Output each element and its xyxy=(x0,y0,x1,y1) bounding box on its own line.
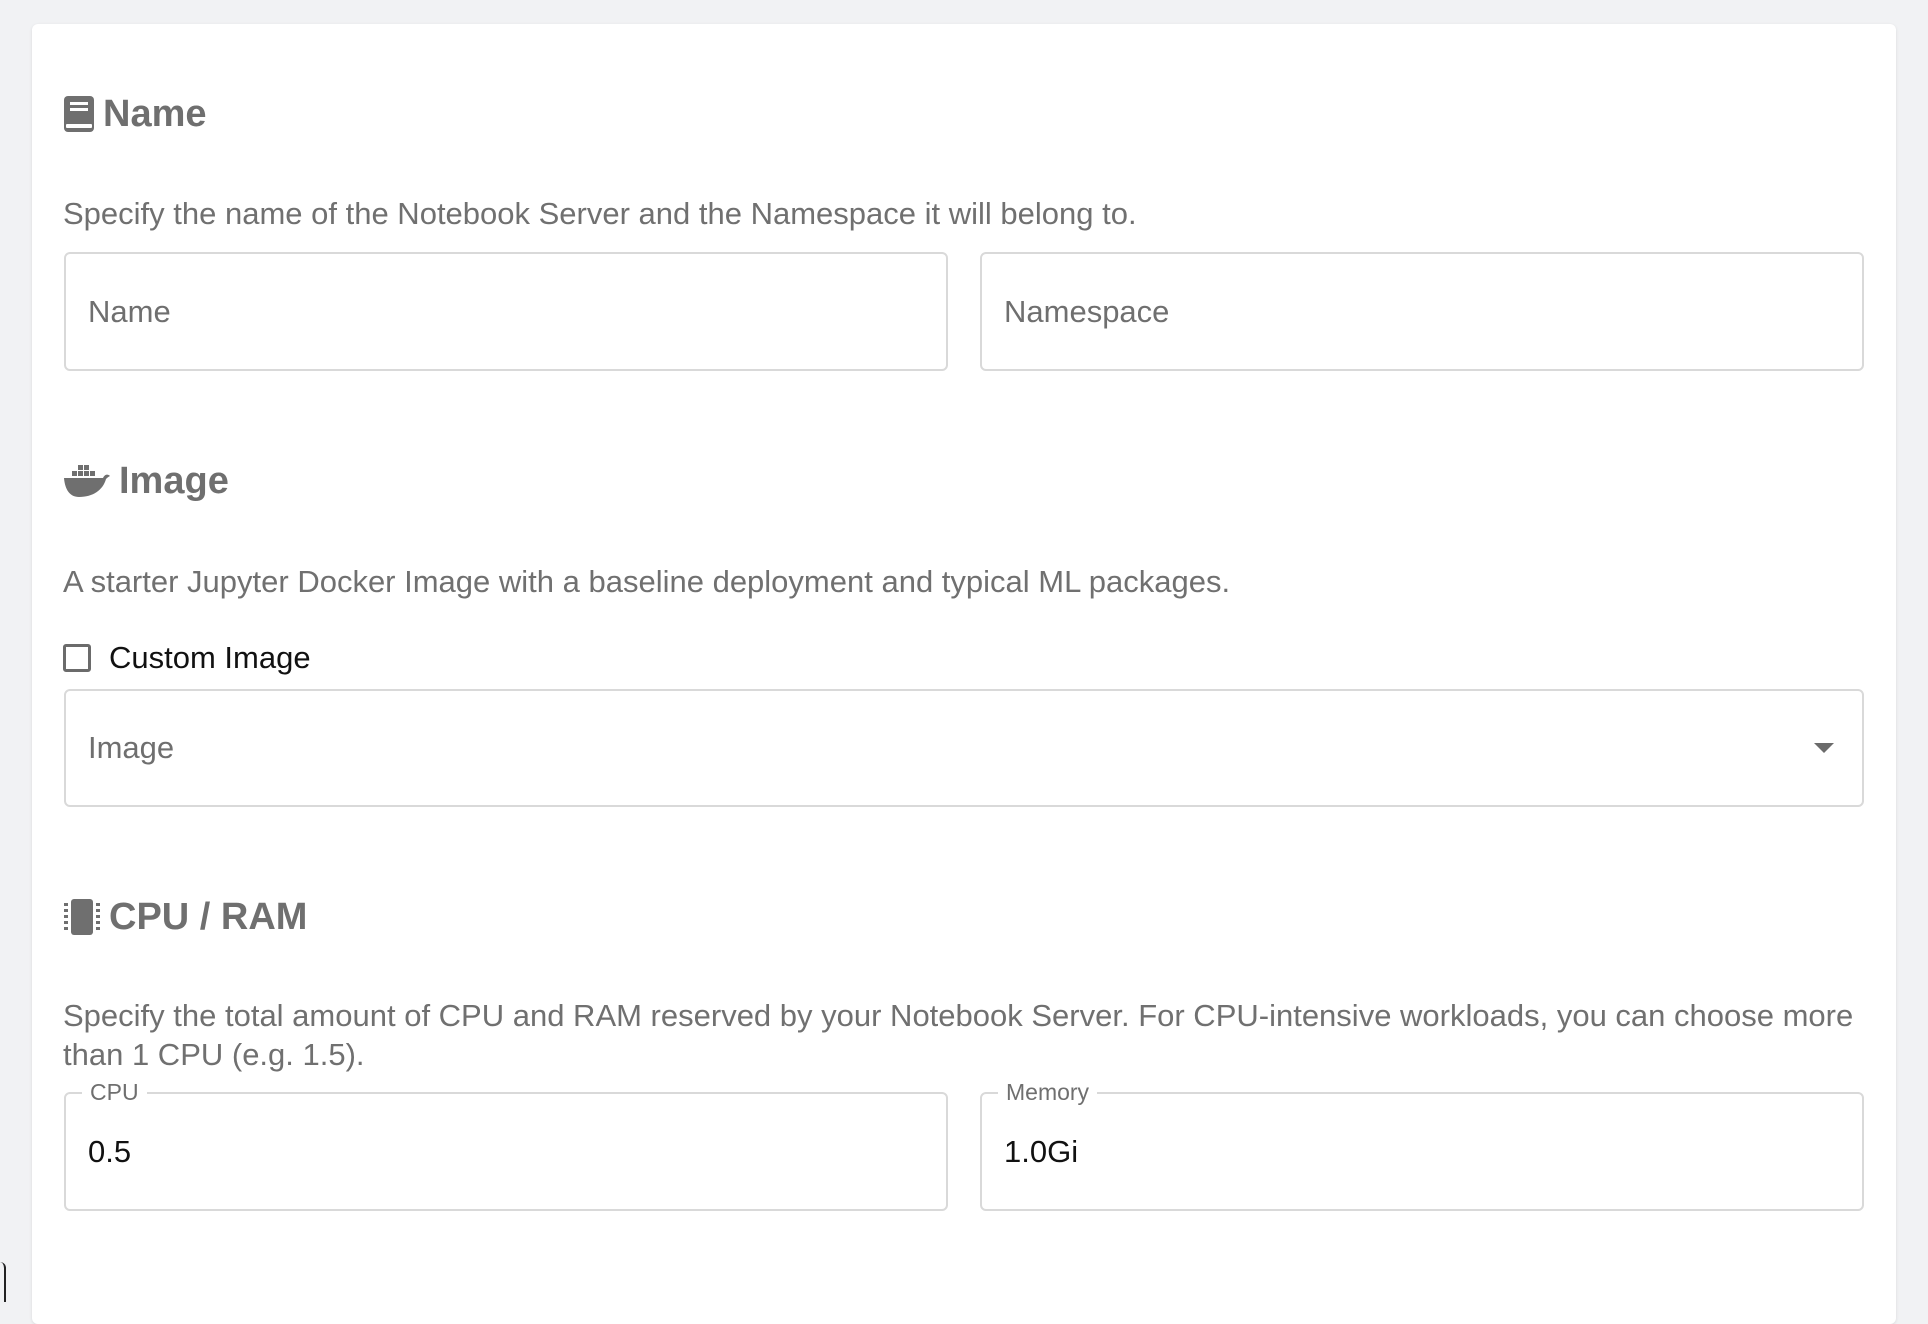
cpu-ram-section-heading: CPU / RAM xyxy=(63,892,307,942)
memory-value[interactable]: 1.0Gi xyxy=(1004,1094,1078,1209)
cpu-value[interactable]: 0.5 xyxy=(88,1094,131,1209)
cpu-field[interactable]: CPU 0.5 xyxy=(64,1078,948,1211)
window-edge xyxy=(0,1262,6,1302)
cpu-ram-section: CPU / RAM Specify the total amount of CP… xyxy=(63,24,1865,1304)
form-card: Name Specify the name of the Notebook Se… xyxy=(32,24,1896,1324)
chip-icon xyxy=(63,897,101,937)
cpu-ram-section-description: Specify the total amount of CPU and RAM … xyxy=(63,998,1854,1072)
cpu-ram-section-title: CPU / RAM xyxy=(109,895,308,938)
memory-field[interactable]: Memory 1.0Gi xyxy=(980,1078,1864,1211)
